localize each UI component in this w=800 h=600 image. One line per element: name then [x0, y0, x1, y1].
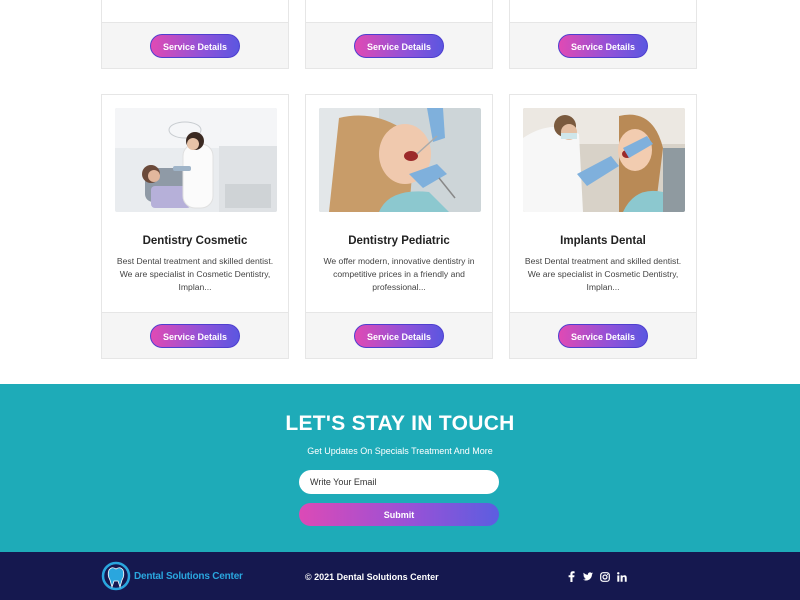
card-footer: Service Details [510, 22, 696, 68]
services-section: Service Details Service Details Service … [0, 0, 800, 384]
card-footer: Service Details [306, 312, 492, 358]
service-card-dentistry-cosmetic: Dentistry Cosmetic Best Dental treatment… [101, 94, 289, 359]
newsletter-section: LET'S STAY IN TOUCH Get Updates On Speci… [0, 384, 800, 552]
newsletter-heading: LET'S STAY IN TOUCH [285, 412, 515, 435]
service-details-button[interactable]: Service Details [558, 323, 648, 348]
facebook-icon[interactable] [566, 571, 576, 582]
footer: Dental Solutions Center © 2021 Dental So… [0, 552, 800, 600]
card-footer: Service Details [102, 22, 288, 68]
logo[interactable]: Dental Solutions Center [101, 560, 243, 592]
card-footer: Service Details [510, 312, 696, 358]
service-card-dentistry-pediatric: Dentistry Pediatric We offer modern, inn… [305, 94, 493, 359]
service-details-button[interactable]: Service Details [354, 323, 444, 348]
logo-text: Dental Solutions Center [134, 570, 243, 582]
service-card: Service Details [101, 0, 289, 69]
card-footer: Service Details [102, 312, 288, 358]
service-title[interactable]: Dentistry Cosmetic [102, 235, 288, 247]
submit-button[interactable]: Submit [299, 503, 499, 526]
service-photo[interactable] [115, 108, 277, 212]
service-photo[interactable] [319, 108, 481, 212]
copyright-text: © 2021 Dental Solutions Center [305, 572, 439, 582]
page: Service Details Service Details Service … [0, 0, 800, 600]
service-description: Best Dental treatment and skilled dentis… [524, 256, 682, 292]
social-links [566, 571, 627, 582]
card-footer: Service Details [306, 22, 492, 68]
service-title[interactable]: Dentistry Pediatric [306, 235, 492, 247]
service-details-button[interactable]: Service Details [558, 33, 648, 58]
service-card: Service Details [305, 0, 493, 69]
email-input[interactable] [299, 470, 499, 494]
service-description: Best Dental treatment and skilled dentis… [116, 256, 274, 292]
service-details-button[interactable]: Service Details [150, 33, 240, 58]
service-card: Service Details [509, 0, 697, 69]
service-description: We offer modern, innovative dentistry in… [323, 256, 475, 292]
service-card-implants-dental: Implants Dental Best Dental treatment an… [509, 94, 697, 359]
service-title[interactable]: Implants Dental [510, 235, 696, 247]
tooth-logo-icon [101, 561, 131, 591]
newsletter-subheading: Get Updates On Specials Treatment And Mo… [307, 446, 493, 456]
service-details-button[interactable]: Service Details [150, 323, 240, 348]
service-details-button[interactable]: Service Details [354, 33, 444, 58]
twitter-icon[interactable] [583, 571, 593, 582]
instagram-icon[interactable] [600, 571, 610, 582]
linkedin-icon[interactable] [617, 571, 627, 582]
service-photo[interactable] [523, 108, 685, 212]
